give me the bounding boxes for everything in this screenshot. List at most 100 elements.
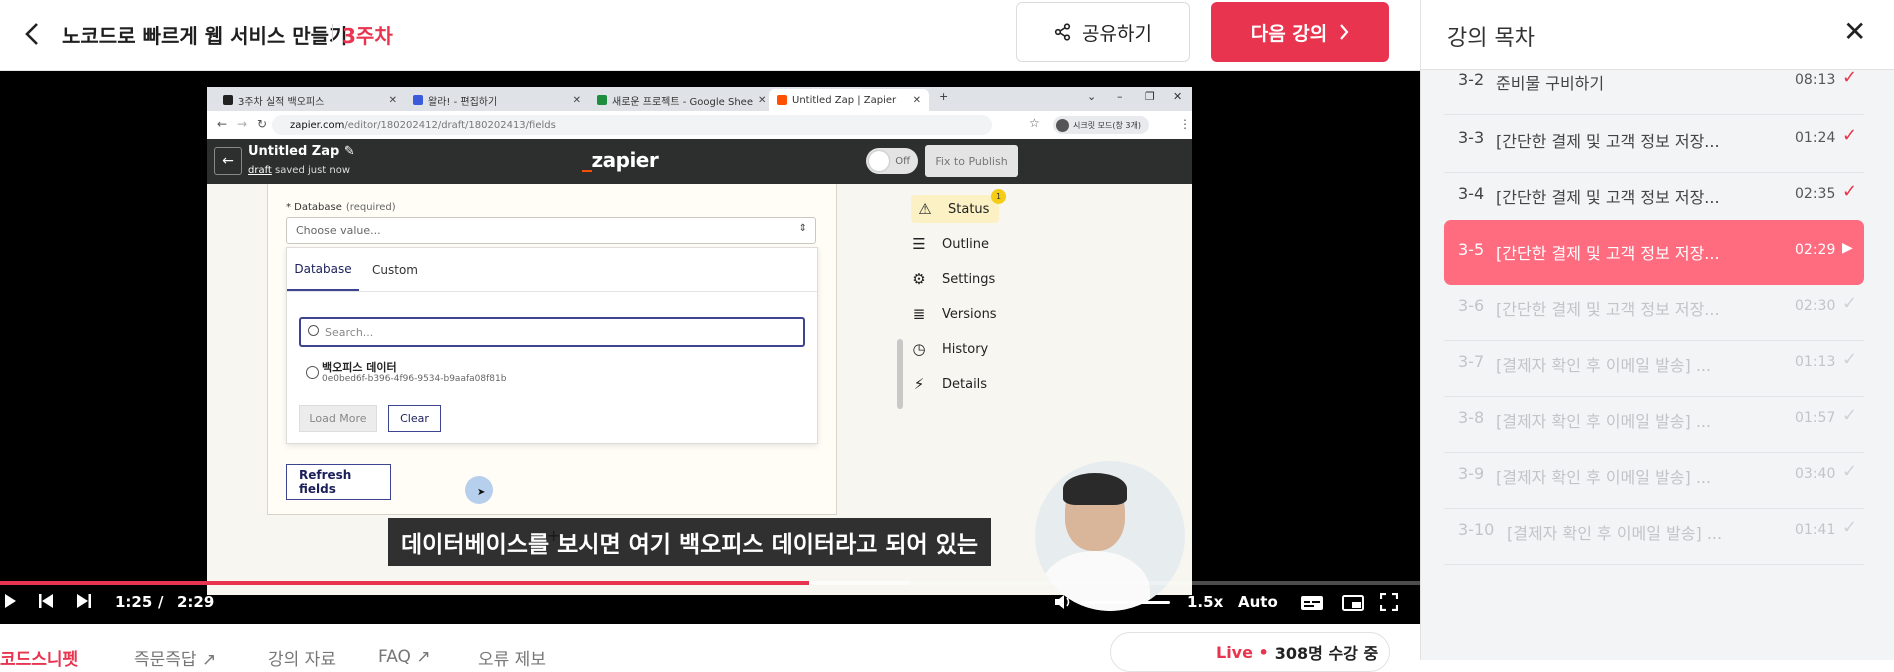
new-tab-icon: + [939,90,949,103]
total-duration: 2:29 [177,593,215,611]
minimize-icon: – [1117,90,1123,103]
zapier-topbar: ← Untitled Zap ✎ draft saved just now _z… [207,139,1192,184]
next-label: 다음 강의 [1250,22,1328,45]
clock-icon: ◷ [912,340,926,358]
toggle-knob [869,151,889,171]
toc-item-duration: 01:24 [1795,130,1836,146]
warning-icon: ⚠ [918,200,932,218]
video-subtitle: 데이터베이스를 보시면 여기 백오피스 데이터라고 되어 있는 [388,518,992,566]
volume-icon[interactable] [1053,593,1073,611]
browser-tab-active: Untitled Zap | Zapier ✕ [769,89,929,111]
toc-item-title: [결제자 확인 후 이메일 발송] ... [1496,356,1712,375]
check-icon: ✓ [1842,67,1858,88]
instructor-webcam [1035,461,1185,611]
stack-icon: ≣ [912,305,926,323]
toc-item-title: [간단한 결제 및 고객 정보 저장... [1496,188,1720,207]
check-icon: ✓ [1842,181,1858,202]
list-icon: ☰ [912,235,926,253]
toc-item-title: [간단한 결제 및 고객 정보 저장... [1496,132,1720,151]
tab-code-snippet[interactable]: 코드스니펫 [0,646,78,669]
file-bolt-icon: ⚡ [913,375,925,393]
next-lecture-button[interactable]: 다음 강의 [1211,2,1389,62]
sheets-favicon-icon [597,95,607,105]
maximize-icon: ❐ [1145,90,1155,103]
database-field-label: * Database (required) [286,202,396,213]
tab-materials[interactable]: 강의 자료 [268,646,336,669]
tab-close-icon: ✕ [757,94,767,106]
browser-address-bar: ← → ↻ zapier.com/editor/180202412/draft/… [207,111,1192,140]
menu-dots-icon: ⋮ [1179,117,1191,131]
sidemenu-status: ⚠ Status [911,195,1000,223]
dropdown-tab-database: Database [287,248,359,291]
option-title: 백오피스 데이터 [322,361,397,374]
current-time: 1:25 [115,593,153,611]
share-button[interactable]: 공유하기 [1016,2,1190,62]
quality-setting[interactable]: Auto [1238,593,1278,611]
chevron-down-icon: ⌄ [1087,90,1097,103]
live-viewers-badge[interactable]: Live • 308명 수강 중 [1110,632,1390,672]
playback-speed[interactable]: 1.5x [1187,593,1223,611]
sidemenu-versions: ≣ Versions [910,300,997,328]
toc-item-title: [간단한 결제 및 고객 정보 저장... [1496,300,1720,319]
toc-item-number: 3-9 [1458,464,1485,483]
dropdown-search-input: Search... [299,317,805,347]
toc-item-number: 3-10 [1458,520,1495,539]
video-progress-bar[interactable] [0,581,1420,585]
reload-icon: ↻ [257,117,268,131]
browser-tab: 3주차 실적 백오피스 ✕ [215,89,405,111]
lecture-header: 노코드로 빠르게 웹 서비스 만들기 3주차 공유하기 다음 강의 [0,0,1420,71]
check-icon: ✓ [1842,293,1858,314]
url-field: zapier.com/editor/180202412/draft/180202… [272,115,992,135]
back-button[interactable] [14,16,50,52]
picture-in-picture-icon[interactable] [1342,595,1364,611]
volume-slider[interactable] [1082,601,1170,604]
course-title: 노코드로 빠르게 웹 서비스 만들기 [62,24,348,48]
toc-item-duration: 01:57 [1795,410,1836,426]
option-radio [306,366,319,379]
mouse-cursor-icon: ➤ [477,487,486,498]
zapier-logo: _zapier [582,148,659,172]
sidemenu-outline: ☰ Outline [910,230,989,258]
notion-favicon-icon [223,95,233,105]
load-more-button: Load More [299,405,377,432]
toc-item-title: [결제자 확인 후 이메일 발송] ... [1507,524,1723,543]
tab-report-error[interactable]: 오류 제보 [478,646,546,669]
share-icon [1054,23,1071,41]
refresh-fields-button: Refresh fields [286,464,391,500]
database-dropdown: Database Custom Search... 백오피스 데이터 0e0be… [286,247,818,444]
browser-tab: 왈라! - 편집하기 ✕ [405,89,589,111]
toc-item-number: 3-3 [1458,128,1485,147]
option-id: 0e0bed6f-b396-4f96-9534-b9aafa08f81b [322,374,507,384]
sidemenu-settings: ⚙ Settings [910,265,995,293]
toc-item[interactable]: 3-10 [결제자 확인 후 이메일 발송] ... 01:41 ✓ [1444,500,1864,565]
toc-item-duration: 08:13 [1795,72,1836,88]
toc-item-duration: 01:41 [1795,522,1836,538]
gear-icon: ⚙ [912,270,926,288]
check-icon: ✓ [1842,461,1858,482]
fullscreen-icon[interactable] [1380,593,1398,611]
toc-item-duration: 03:40 [1795,466,1836,482]
week-label: 3주차 [342,24,393,48]
toc-item[interactable]: 3-2 준비물 구비하기 08:13 ✓ [1444,50,1864,115]
toc-item-title: [결제자 확인 후 이메일 발송] ... [1496,468,1712,487]
tab-instant-qna[interactable]: 즉문즉답 ↗ [134,646,216,669]
toc-item-number: 3-2 [1458,70,1485,89]
chevron-left-icon [25,23,38,45]
subtitles-icon[interactable] [1300,595,1324,611]
play-icon[interactable] [3,593,17,609]
share-label: 공유하기 [1082,22,1152,45]
dropdown-divider [287,291,817,292]
incognito-avatar-icon [1056,118,1069,132]
close-icon[interactable]: ✕ [1843,18,1866,46]
skip-forward-icon[interactable] [76,593,92,609]
clear-button: Clear [388,405,441,432]
video-player[interactable]: 3주차 실적 백오피스 ✕ 왈라! - 편집하기 ✕ 새로운 프로젝트 - Goog… [0,71,1420,624]
tab-close-icon: ✕ [912,94,921,106]
status-count-badge: 1 [991,189,1006,204]
skip-back-icon[interactable] [38,593,54,609]
tab-faq[interactable]: FAQ ↗ [378,646,431,668]
arrow-left-icon: ← [217,117,228,131]
title-divider [332,24,333,42]
toc-item-duration: 02:35 [1795,186,1836,202]
instructor-hair [1063,473,1127,505]
